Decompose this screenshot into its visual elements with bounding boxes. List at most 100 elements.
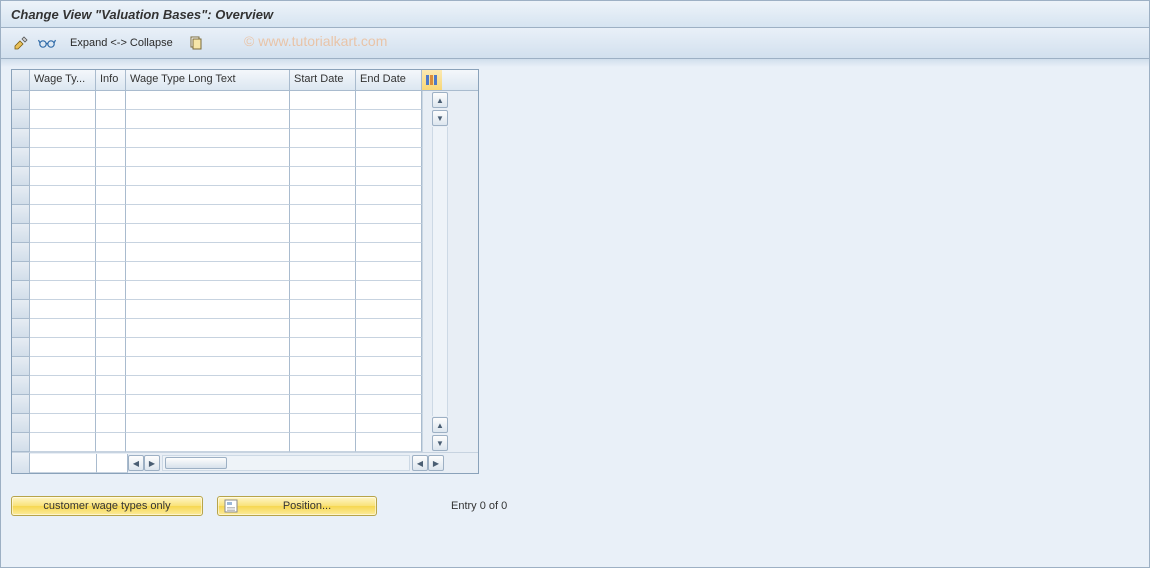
col-info[interactable]: Info xyxy=(96,70,126,90)
horizontal-scroll-track[interactable] xyxy=(162,455,410,471)
table-row[interactable] xyxy=(12,148,422,167)
table-row[interactable] xyxy=(12,91,422,110)
row-selector[interactable] xyxy=(12,129,30,148)
cell-start-date[interactable] xyxy=(290,186,356,205)
row-selector[interactable] xyxy=(12,243,30,262)
cell-end-date[interactable] xyxy=(356,205,422,224)
table-row[interactable] xyxy=(12,224,422,243)
cell-end-date[interactable] xyxy=(356,319,422,338)
cell-wage-type[interactable] xyxy=(30,395,96,414)
expand-collapse-button[interactable]: Expand <-> Collapse xyxy=(63,34,180,52)
cell-wage-type[interactable] xyxy=(30,376,96,395)
row-selector[interactable] xyxy=(12,300,30,319)
cell-wage-type[interactable] xyxy=(30,205,96,224)
cell-wage-type[interactable] xyxy=(30,186,96,205)
copy-icon[interactable] xyxy=(186,33,206,53)
table-row[interactable] xyxy=(12,338,422,357)
row-selector[interactable] xyxy=(12,395,30,414)
cell-long-text[interactable] xyxy=(126,395,290,414)
select-all-handle[interactable] xyxy=(12,70,30,90)
scroll-down-step-button[interactable]: ▼ xyxy=(432,110,448,126)
cell-wage-type[interactable] xyxy=(30,433,96,452)
cell-start-date[interactable] xyxy=(290,205,356,224)
cell-wage-type[interactable] xyxy=(30,281,96,300)
scroll-right-end-button[interactable]: ▶ xyxy=(428,455,444,471)
cell-wage-type[interactable] xyxy=(30,148,96,167)
cell-start-date[interactable] xyxy=(290,224,356,243)
table-row[interactable] xyxy=(12,433,422,452)
scroll-up-step-button[interactable]: ▲ xyxy=(432,417,448,433)
cell-info[interactable] xyxy=(96,224,126,243)
cell-long-text[interactable] xyxy=(126,376,290,395)
cell-start-date[interactable] xyxy=(290,376,356,395)
cell-wage-type[interactable] xyxy=(30,243,96,262)
row-selector[interactable] xyxy=(12,186,30,205)
cell-info[interactable] xyxy=(96,91,126,110)
table-row[interactable] xyxy=(12,319,422,338)
row-selector[interactable] xyxy=(12,433,30,452)
cell-info[interactable] xyxy=(96,376,126,395)
cell-long-text[interactable] xyxy=(126,300,290,319)
customer-wage-types-only-button[interactable]: customer wage types only xyxy=(11,496,203,516)
row-selector[interactable] xyxy=(12,205,30,224)
cell-wage-type[interactable] xyxy=(30,357,96,376)
position-button[interactable]: Position... xyxy=(217,496,377,516)
cell-start-date[interactable] xyxy=(290,243,356,262)
cell-long-text[interactable] xyxy=(126,319,290,338)
cell-wage-type[interactable] xyxy=(30,338,96,357)
cell-end-date[interactable] xyxy=(356,110,422,129)
row-selector[interactable] xyxy=(12,376,30,395)
row-selector[interactable] xyxy=(12,357,30,376)
cell-end-date[interactable] xyxy=(356,414,422,433)
cell-end-date[interactable] xyxy=(356,224,422,243)
scroll-down-button[interactable]: ▼ xyxy=(432,435,448,451)
cell-end-date[interactable] xyxy=(356,148,422,167)
cell-start-date[interactable] xyxy=(290,167,356,186)
cell-info[interactable] xyxy=(96,205,126,224)
cell-long-text[interactable] xyxy=(126,262,290,281)
cell-end-date[interactable] xyxy=(356,300,422,319)
toggle-change-icon[interactable] xyxy=(11,33,31,53)
cell-long-text[interactable] xyxy=(126,433,290,452)
cell-end-date[interactable] xyxy=(356,262,422,281)
cell-info[interactable] xyxy=(96,433,126,452)
configure-columns-icon[interactable] xyxy=(422,70,442,90)
cell-start-date[interactable] xyxy=(290,148,356,167)
cell-long-text[interactable] xyxy=(126,91,290,110)
cell-info[interactable] xyxy=(96,319,126,338)
table-row[interactable] xyxy=(12,262,422,281)
cell-start-date[interactable] xyxy=(290,338,356,357)
col-long-text[interactable]: Wage Type Long Text xyxy=(126,70,290,90)
cell-long-text[interactable] xyxy=(126,243,290,262)
cell-end-date[interactable] xyxy=(356,433,422,452)
cell-start-date[interactable] xyxy=(290,300,356,319)
table-row[interactable] xyxy=(12,167,422,186)
cell-start-date[interactable] xyxy=(290,129,356,148)
table-row[interactable] xyxy=(12,395,422,414)
cell-end-date[interactable] xyxy=(356,167,422,186)
cell-wage-type[interactable] xyxy=(30,129,96,148)
scroll-left-end-button[interactable]: ◀ xyxy=(128,455,144,471)
cell-start-date[interactable] xyxy=(290,110,356,129)
glasses-icon[interactable] xyxy=(37,33,57,53)
table-row[interactable] xyxy=(12,300,422,319)
table-row[interactable] xyxy=(12,110,422,129)
cell-info[interactable] xyxy=(96,281,126,300)
cell-long-text[interactable] xyxy=(126,186,290,205)
row-selector[interactable] xyxy=(12,338,30,357)
table-row[interactable] xyxy=(12,376,422,395)
cell-end-date[interactable] xyxy=(356,338,422,357)
cell-start-date[interactable] xyxy=(290,319,356,338)
cell-long-text[interactable] xyxy=(126,110,290,129)
cell-end-date[interactable] xyxy=(356,91,422,110)
cell-end-date[interactable] xyxy=(356,129,422,148)
cell-end-date[interactable] xyxy=(356,243,422,262)
cell-start-date[interactable] xyxy=(290,262,356,281)
cell-info[interactable] xyxy=(96,414,126,433)
cell-wage-type[interactable] xyxy=(30,110,96,129)
cell-end-date[interactable] xyxy=(356,281,422,300)
cell-info[interactable] xyxy=(96,262,126,281)
cell-long-text[interactable] xyxy=(126,281,290,300)
cell-long-text[interactable] xyxy=(126,148,290,167)
cell-wage-type[interactable] xyxy=(30,300,96,319)
